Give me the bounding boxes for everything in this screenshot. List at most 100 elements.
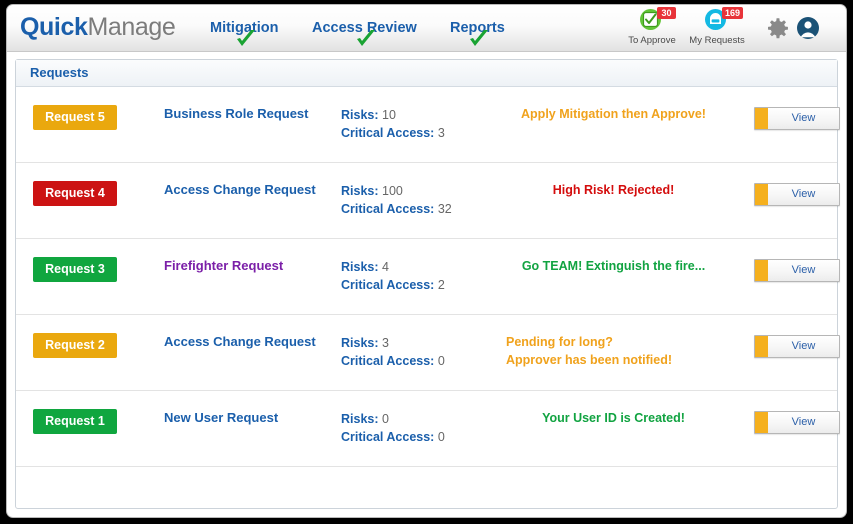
request-metrics: Risks: 4 Critical Access: 2 (341, 258, 445, 294)
risks-label: Risks: (341, 412, 379, 426)
app-header: QuickManage Mitigation Access Review Rep… (7, 5, 846, 52)
view-button-label: View (791, 112, 816, 124)
risks-metric: Risks: 100 (341, 182, 452, 200)
request-metrics: Risks: 3 Critical Access: 0 (341, 334, 445, 370)
nav-item-label: Reports (450, 20, 505, 36)
status-badge[interactable]: Request 3 (33, 257, 117, 282)
status-line: Your User ID is Created! (542, 411, 685, 425)
my-requests-label: My Requests (689, 35, 745, 46)
my-requests-counter[interactable]: 169 My Requests (685, 7, 749, 46)
critical-access-value: 0 (437, 430, 445, 444)
app-window: QuickManage Mitigation Access Review Rep… (6, 4, 847, 518)
risks-label: Risks: (341, 260, 379, 274)
status-line: Pending for long? (506, 335, 613, 349)
view-button[interactable]: View (754, 107, 840, 130)
view-button-accent-strip (755, 108, 768, 129)
request-title-link[interactable]: Access Change Request (164, 181, 329, 199)
critical-access-label: Critical Access: (341, 278, 435, 292)
panel-title-bar: Requests (16, 60, 837, 87)
view-button[interactable]: View (754, 183, 840, 206)
request-status-message: High Risk! Rejected! (486, 181, 741, 199)
nav-item-reports[interactable]: Reports (450, 20, 505, 46)
logo-primary: Quick (20, 13, 88, 41)
status-line: Approver has been notified! (506, 353, 672, 367)
critical-access-label: Critical Access: (341, 126, 435, 140)
view-button-label: View (791, 264, 816, 276)
request-title-link[interactable]: Firefighter Request (164, 257, 329, 275)
to-approve-badge: 30 (657, 7, 676, 19)
request-status-message: Your User ID is Created! (486, 409, 741, 427)
risks-value: 100 (382, 184, 403, 198)
risks-value: 4 (382, 260, 389, 274)
risks-metric: Risks: 10 (341, 106, 445, 124)
logo-secondary: Manage (87, 13, 176, 41)
view-button[interactable]: View (754, 259, 840, 282)
nav-item-label: Mitigation (210, 20, 279, 36)
request-metrics: Risks: 10 Critical Access: 3 (341, 106, 445, 142)
risks-label: Risks: (341, 336, 379, 350)
requests-list: Request 5 Business Role Request Risks: 10 C… (16, 87, 840, 513)
view-button-accent-strip (755, 412, 768, 433)
critical-access-label: Critical Access: (341, 202, 435, 216)
view-button-accent-strip (755, 184, 768, 205)
view-button-label: View (791, 340, 816, 352)
my-requests-badge: 169 (722, 7, 744, 19)
critical-access-value: 0 (437, 354, 445, 368)
view-button-accent-strip (755, 260, 768, 281)
table-row: Request 2 Access Change Request Risks: 3 Cr… (16, 315, 840, 391)
critical-access-metric: Critical Access: 0 (341, 352, 445, 370)
view-button-accent-strip (755, 336, 768, 357)
nav-item-mitigation[interactable]: Mitigation (210, 20, 279, 46)
risks-metric: Risks: 3 (341, 334, 445, 352)
requests-panel: Requests Request 5 Business Role Request R… (15, 59, 840, 509)
user-avatar-icon[interactable] (796, 16, 820, 40)
critical-access-value: 32 (437, 202, 452, 216)
risks-value: 3 (382, 336, 389, 350)
critical-access-metric: Critical Access: 32 (341, 200, 452, 218)
critical-access-label: Critical Access: (341, 430, 435, 444)
page-title: Requests (30, 65, 89, 80)
critical-access-label: Critical Access: (341, 354, 435, 368)
critical-access-metric: Critical Access: 2 (341, 276, 445, 294)
request-metrics: Risks: 100 Critical Access: 32 (341, 182, 452, 218)
table-row: Request 1 New User Request Risks: 0 Critica… (16, 391, 840, 467)
status-badge[interactable]: Request 1 (33, 409, 117, 434)
critical-access-value: 2 (437, 278, 445, 292)
request-metrics: Risks: 0 Critical Access: 0 (341, 410, 445, 446)
status-badge[interactable]: Request 4 (33, 181, 117, 206)
risks-label: Risks: (341, 184, 379, 198)
status-badge[interactable]: Request 2 (33, 333, 117, 358)
critical-access-value: 3 (437, 126, 445, 140)
risks-label: Risks: (341, 108, 379, 122)
table-row: Request 4 Access Change Request Risks: 100… (16, 163, 840, 239)
view-button[interactable]: View (754, 411, 840, 434)
status-line: Apply Mitigation then Approve! (521, 107, 706, 121)
app-logo[interactable]: QuickManage (20, 13, 176, 42)
request-title-link[interactable]: New User Request (164, 409, 329, 427)
request-status-message: Pending for long? Approver has been notif… (486, 333, 741, 369)
critical-access-metric: Critical Access: 3 (341, 124, 445, 142)
nav-item-label: Access Review (312, 20, 417, 36)
table-row: Request 5 Business Role Request Risks: 10 C… (16, 87, 840, 163)
status-line: High Risk! Rejected! (552, 183, 675, 197)
status-line: Go TEAM! Extinguish the fire... (521, 259, 706, 273)
risks-value: 0 (382, 412, 389, 426)
risks-metric: Risks: 4 (341, 258, 445, 276)
risks-metric: Risks: 0 (341, 410, 445, 428)
status-badge[interactable]: Request 5 (33, 105, 117, 130)
critical-access-metric: Critical Access: 0 (341, 428, 445, 446)
request-title-link[interactable]: Business Role Request (164, 105, 329, 123)
nav-item-access-review[interactable]: Access Review (312, 20, 417, 46)
request-status-message: Apply Mitigation then Approve! (486, 105, 741, 123)
request-status-message: Go TEAM! Extinguish the fire... (486, 257, 741, 275)
to-approve-label: To Approve (628, 35, 676, 46)
to-approve-counter[interactable]: 30 To Approve (620, 7, 684, 46)
view-button-label: View (791, 416, 816, 428)
gear-icon[interactable] (767, 17, 789, 39)
risks-value: 10 (382, 108, 396, 122)
empty-list-row (16, 467, 837, 513)
view-button[interactable]: View (754, 335, 840, 358)
table-row: Request 3 Firefighter Request Risks: 4 Crit… (16, 239, 840, 315)
view-button-label: View (791, 188, 816, 200)
request-title-link[interactable]: Access Change Request (164, 333, 329, 351)
